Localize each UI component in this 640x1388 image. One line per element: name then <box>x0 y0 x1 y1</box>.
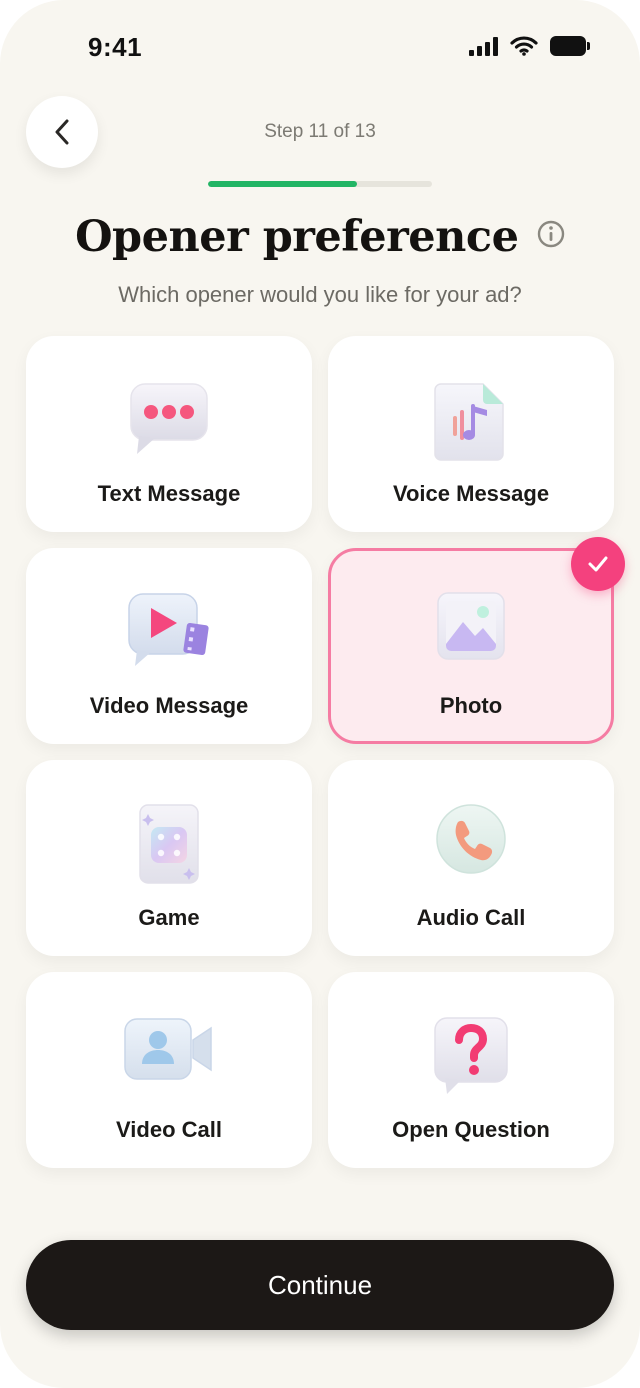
progress-fill <box>208 181 358 187</box>
wifi-icon <box>510 36 538 56</box>
step-indicator: Step 11 of 13 <box>264 121 376 142</box>
option-label: Text Message <box>97 481 241 506</box>
status-time: 9:41 <box>88 32 143 62</box>
checkmark-icon <box>588 556 608 572</box>
status-icons <box>469 36 590 56</box>
option-photo[interactable]: Photo <box>328 537 625 744</box>
audio-file-icon <box>434 383 504 461</box>
continue-button[interactable]: Continue <box>26 1240 614 1330</box>
chat-bubble-icon <box>130 383 208 454</box>
app-screen: 9:41 Step 11 of 13 Opener preference Whi… <box>0 0 640 1388</box>
question-bubble-icon <box>434 1017 508 1094</box>
info-icon[interactable] <box>537 220 565 248</box>
option-audio-call[interactable]: Audio Call <box>328 760 614 956</box>
cellular-signal-icon <box>469 36 498 56</box>
dice-card-icon <box>139 804 199 884</box>
option-label: Voice Message <box>392 481 550 506</box>
progress-bar <box>208 181 432 187</box>
selected-check-badge <box>571 537 625 591</box>
option-label: Photo <box>439 693 503 718</box>
video-camera-icon <box>124 1018 212 1080</box>
page-subtitle: Which opener would you like for your ad? <box>118 282 522 307</box>
option-text-message[interactable]: Text Message <box>26 336 312 532</box>
option-open-question[interactable]: Open Question <box>328 972 614 1168</box>
phone-icon <box>436 804 506 874</box>
option-label: Game <box>138 905 200 930</box>
opener-options-grid: Text Message Voice Message Video Message… <box>26 336 625 1168</box>
option-video-call[interactable]: Video Call <box>26 972 312 1168</box>
title-row: Opener preference <box>0 212 640 262</box>
option-label: Video Call <box>116 1117 222 1142</box>
page-title: Opener preference <box>75 212 519 262</box>
battery-icon <box>550 36 590 56</box>
option-label: Open Question <box>392 1117 550 1142</box>
photo-icon <box>437 592 505 660</box>
option-label: Audio Call <box>416 905 526 930</box>
option-label: Video Message <box>89 693 249 718</box>
option-voice-message[interactable]: Voice Message <box>328 336 614 532</box>
option-video-message[interactable]: Video Message <box>26 548 312 744</box>
video-bubble-icon <box>128 593 209 666</box>
option-game[interactable]: Game <box>26 760 312 956</box>
